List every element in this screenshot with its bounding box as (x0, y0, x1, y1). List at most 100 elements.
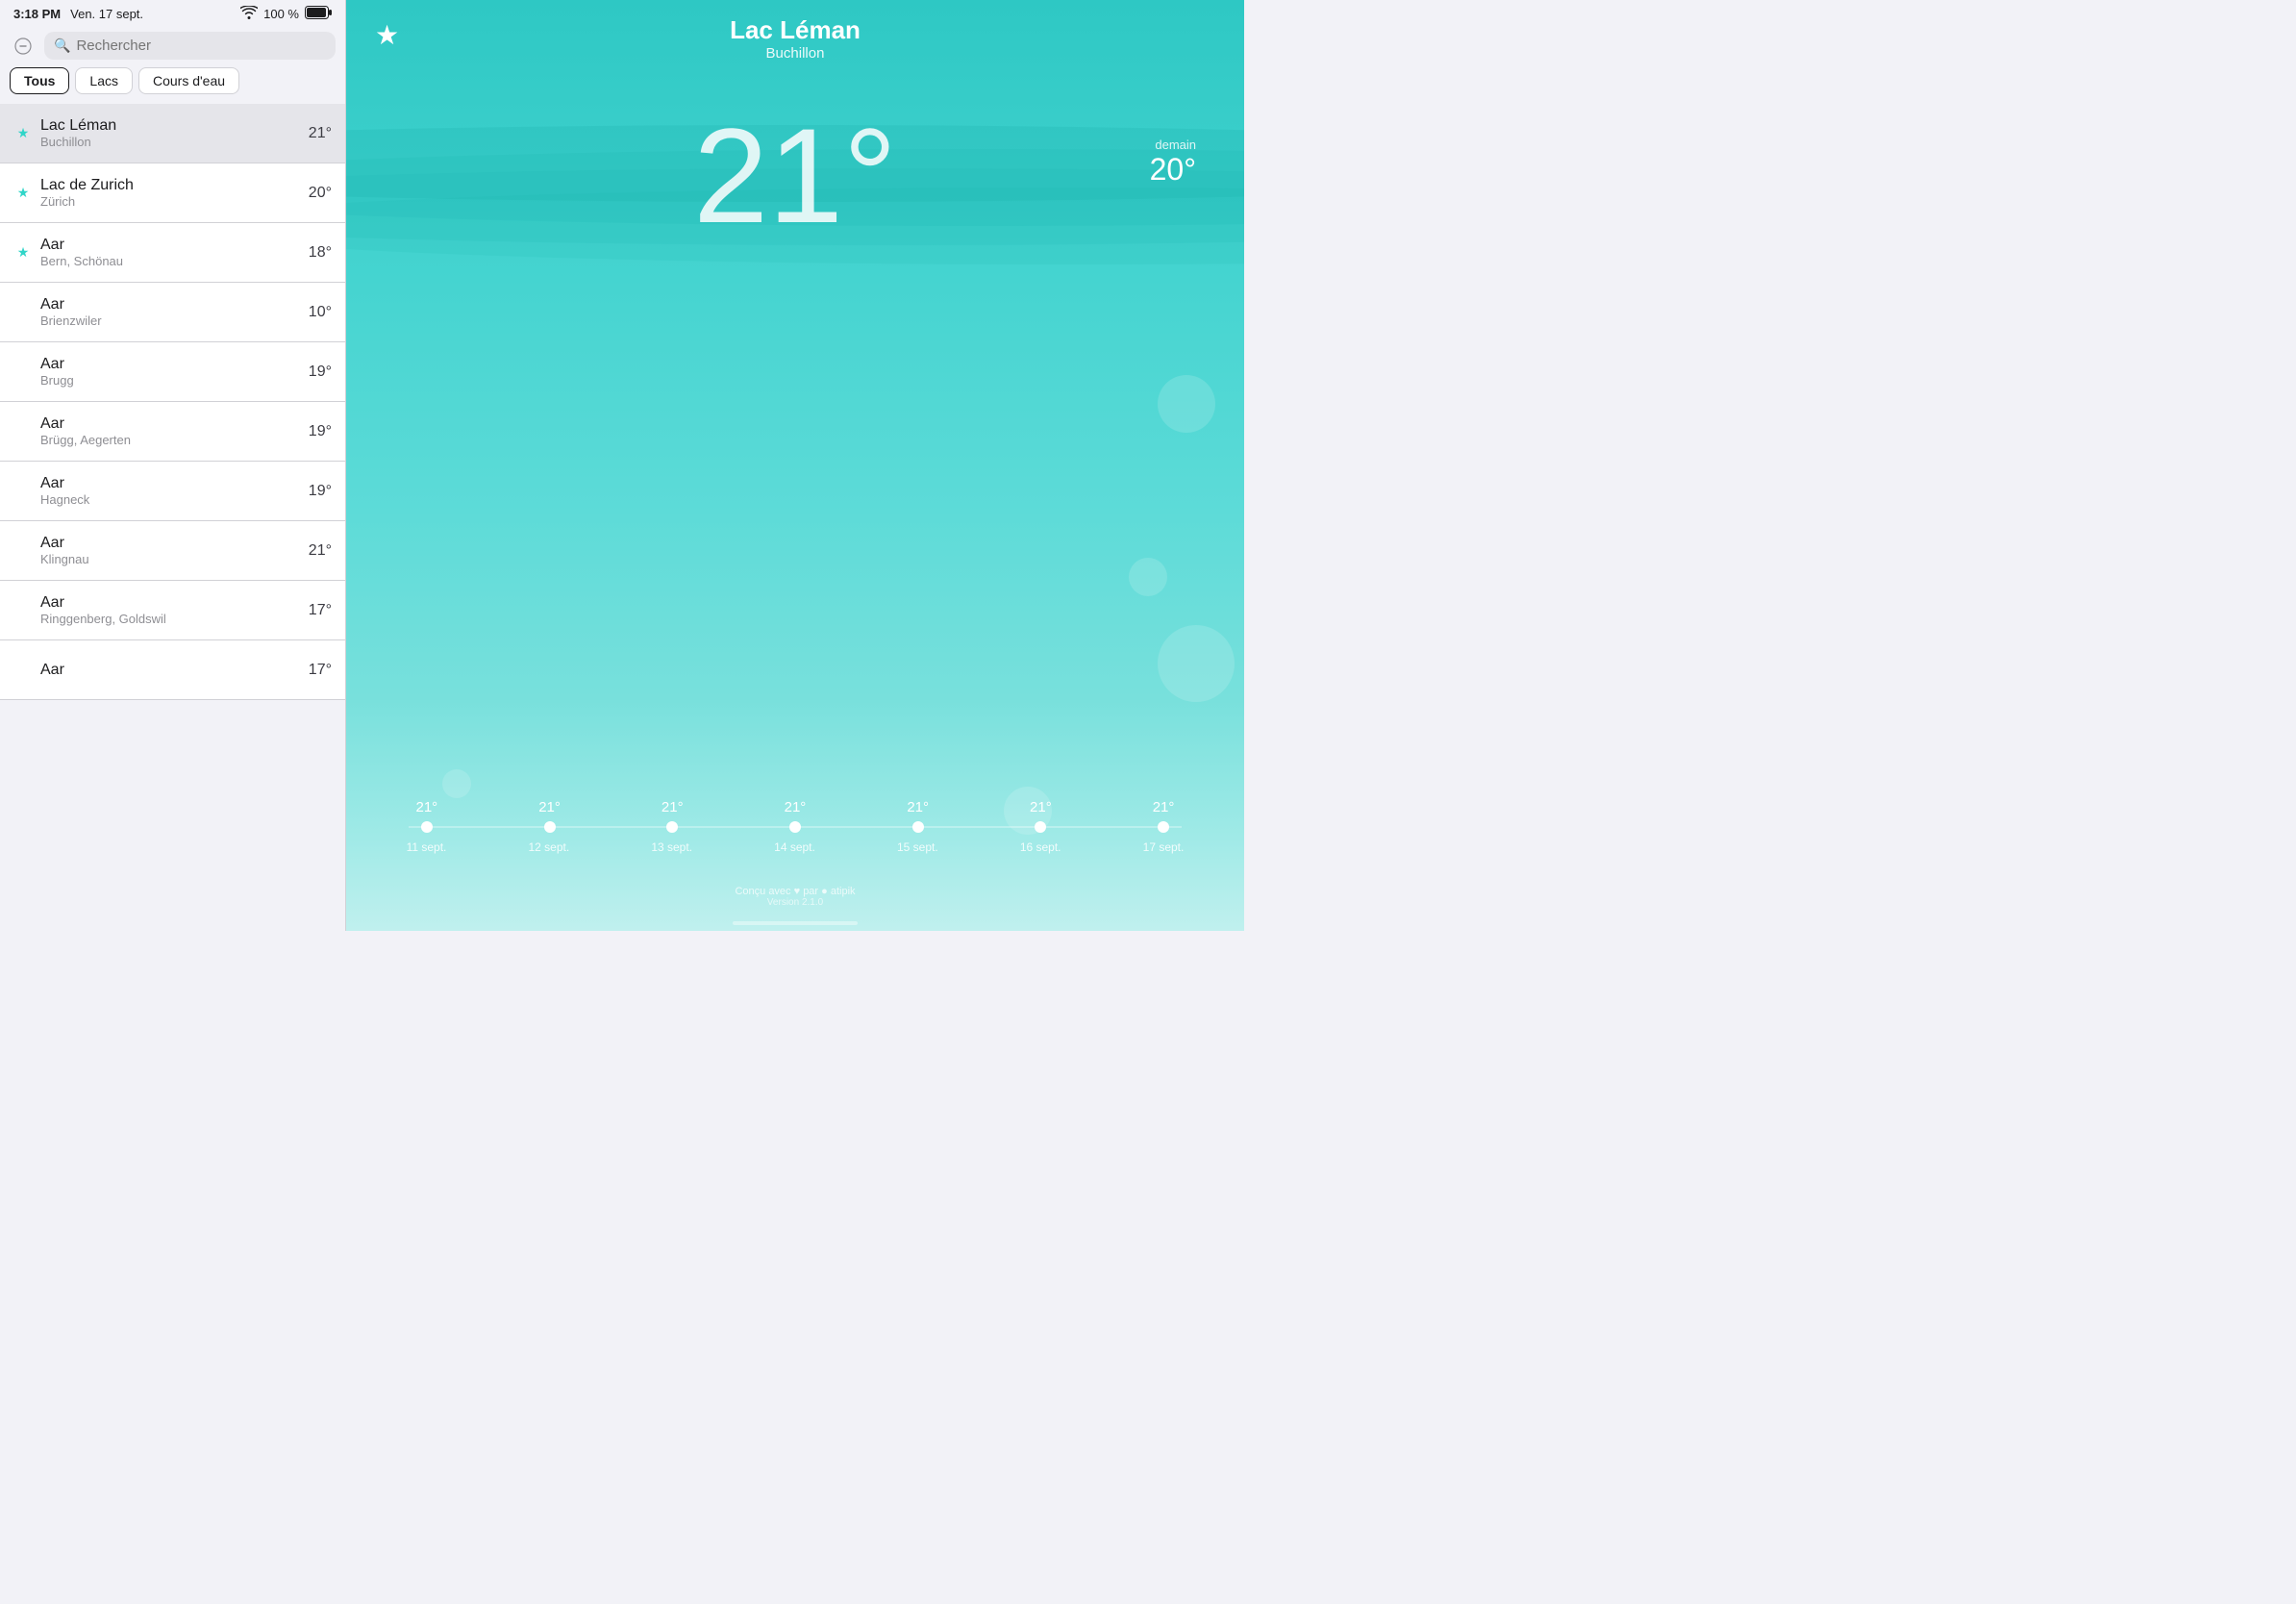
chart-date: 17 sept. (1143, 840, 1185, 854)
chart-dot (1158, 821, 1169, 833)
home-indicator (733, 921, 858, 925)
star-icon: ★ (13, 125, 33, 141)
lake-name: Aar (40, 237, 309, 254)
tomorrow-block: demain 20° (1150, 138, 1196, 188)
chart-dot (544, 821, 556, 833)
list-item[interactable]: ★ Aar Bern, Schönau 18° (0, 223, 345, 283)
lake-sub: Klingnau (40, 552, 309, 566)
lake-name: Aar (40, 594, 309, 612)
chart-col: 21° (785, 799, 807, 815)
bubble-decoration (1158, 375, 1215, 433)
list-container: ★ Lac Léman Buchillon 21° ★ Lac de Zuric… (0, 104, 345, 931)
list-item[interactable]: Aar Brügg, Aegerten 19° (0, 402, 345, 462)
chart-dot (666, 821, 678, 833)
detail-location: Buchillon (730, 45, 861, 62)
lake-sub: Bern, Schönau (40, 254, 309, 268)
lake-name: Aar (40, 296, 309, 313)
list-item[interactable]: ★ Lac Léman Buchillon 21° (0, 104, 345, 163)
lake-sub: Hagneck (40, 492, 309, 507)
lake-name: Lac de Zurich (40, 177, 309, 194)
chart-dots-row (365, 821, 1225, 833)
left-panel: 3:18 PM Ven. 17 sept. 100 % (0, 0, 346, 931)
chart-date: 15 sept. (897, 840, 938, 854)
temp-display: 21° demain 20° (346, 109, 1244, 243)
credit-text: Conçu avec ♥ par ● atipik (735, 886, 855, 897)
star-icon: ★ (13, 185, 33, 201)
detail-header: ★ Lac Léman Buchillon (346, 0, 1244, 51)
lake-name: Aar (40, 475, 309, 492)
chart-col: 21° (1030, 799, 1052, 815)
lake-temp: 21° (309, 125, 332, 142)
list-item-info: Aar Ringgenberg, Goldswil (40, 594, 309, 626)
chart-temp: 21° (538, 799, 561, 815)
footer-credit: Conçu avec ♥ par ● atipik Version 2.1.0 (735, 886, 855, 908)
lake-sub: Zürich (40, 194, 309, 209)
lake-temp: 21° (309, 542, 332, 560)
list-item-info: Lac de Zurich Zürich (40, 177, 309, 209)
list-item-info: Aar Brügg, Aegerten (40, 415, 309, 447)
chart-date: 16 sept. (1020, 840, 1061, 854)
detail-lake-name: Lac Léman (730, 15, 861, 45)
lake-temp: 18° (309, 244, 332, 262)
bubble-decoration (1129, 558, 1167, 596)
lake-temp: 19° (309, 363, 332, 381)
filter-row: Tous Lacs Cours d'eau (0, 67, 345, 104)
chart-dot (789, 821, 801, 833)
favorite-button[interactable]: ★ (375, 19, 399, 51)
lake-name: Aar (40, 535, 309, 552)
list-item[interactable]: Aar Ringgenberg, Goldswil 17° (0, 581, 345, 640)
bubble-decoration (1158, 625, 1235, 702)
search-input[interactable] (76, 38, 326, 54)
battery-icon (305, 6, 332, 22)
header-title-block: Lac Léman Buchillon (730, 15, 861, 62)
list-item-info: Aar Hagneck (40, 475, 309, 507)
battery-percent: 100 % (263, 7, 299, 21)
lake-temp: 17° (309, 602, 332, 619)
chart-col: 21° (538, 799, 561, 815)
list-item[interactable]: Aar Hagneck 19° (0, 462, 345, 521)
lake-temp: 17° (309, 662, 332, 679)
status-left: 3:18 PM Ven. 17 sept. (13, 7, 143, 21)
right-panel: ★ Lac Léman Buchillon 21° demain 20° 21°… (346, 0, 1244, 931)
chart-temp: 21° (785, 799, 807, 815)
lake-temp: 19° (309, 483, 332, 500)
status-bar: 3:18 PM Ven. 17 sept. 100 % (0, 0, 345, 26)
list-item-info: Aar (40, 662, 309, 679)
filter-tous[interactable]: Tous (10, 67, 69, 94)
chart-dot (1035, 821, 1046, 833)
tomorrow-label: demain (1150, 138, 1196, 152)
list-item[interactable]: Aar Brugg 19° (0, 342, 345, 402)
chart-temp: 21° (661, 799, 684, 815)
lake-name: Aar (40, 415, 309, 433)
list-item-info: Aar Brugg (40, 356, 309, 388)
lake-name: Aar (40, 356, 309, 373)
star-icon: ★ (13, 244, 33, 261)
chart-temp: 21° (907, 799, 929, 815)
chart-date: 13 sept. (651, 840, 692, 854)
lake-sub: Ringgenberg, Goldswil (40, 612, 309, 626)
filter-cours[interactable]: Cours d'eau (138, 67, 239, 94)
version-text: Version 2.1.0 (735, 897, 855, 908)
back-button[interactable] (10, 33, 37, 60)
bubble-decoration (442, 769, 471, 798)
status-time: 3:18 PM (13, 7, 61, 21)
chart-temp: 21° (1030, 799, 1052, 815)
list-item[interactable]: Aar Klingnau 21° (0, 521, 345, 581)
list-item-info: Aar Brienzwiler (40, 296, 309, 328)
search-field[interactable]: 🔍 (44, 32, 336, 60)
chart-temps-row: 21° 21° 21° 21° 21° 21° 21° (365, 799, 1225, 815)
chart-col: 21° (661, 799, 684, 815)
chart-dot (421, 821, 433, 833)
chart-col: 21° (907, 799, 929, 815)
chart-col: 21° (1153, 799, 1175, 815)
wifi-icon (240, 6, 258, 22)
list-item-info: Aar Bern, Schönau (40, 237, 309, 268)
list-item[interactable]: Aar Brienzwiler 10° (0, 283, 345, 342)
chart-date: 11 sept. (407, 840, 447, 854)
chart-dot (912, 821, 924, 833)
search-bar-row: 🔍 (0, 26, 345, 67)
main-temperature: 21° (693, 109, 897, 243)
list-item[interactable]: Aar 17° (0, 640, 345, 700)
list-item[interactable]: ★ Lac de Zurich Zürich 20° (0, 163, 345, 223)
filter-lacs[interactable]: Lacs (75, 67, 133, 94)
